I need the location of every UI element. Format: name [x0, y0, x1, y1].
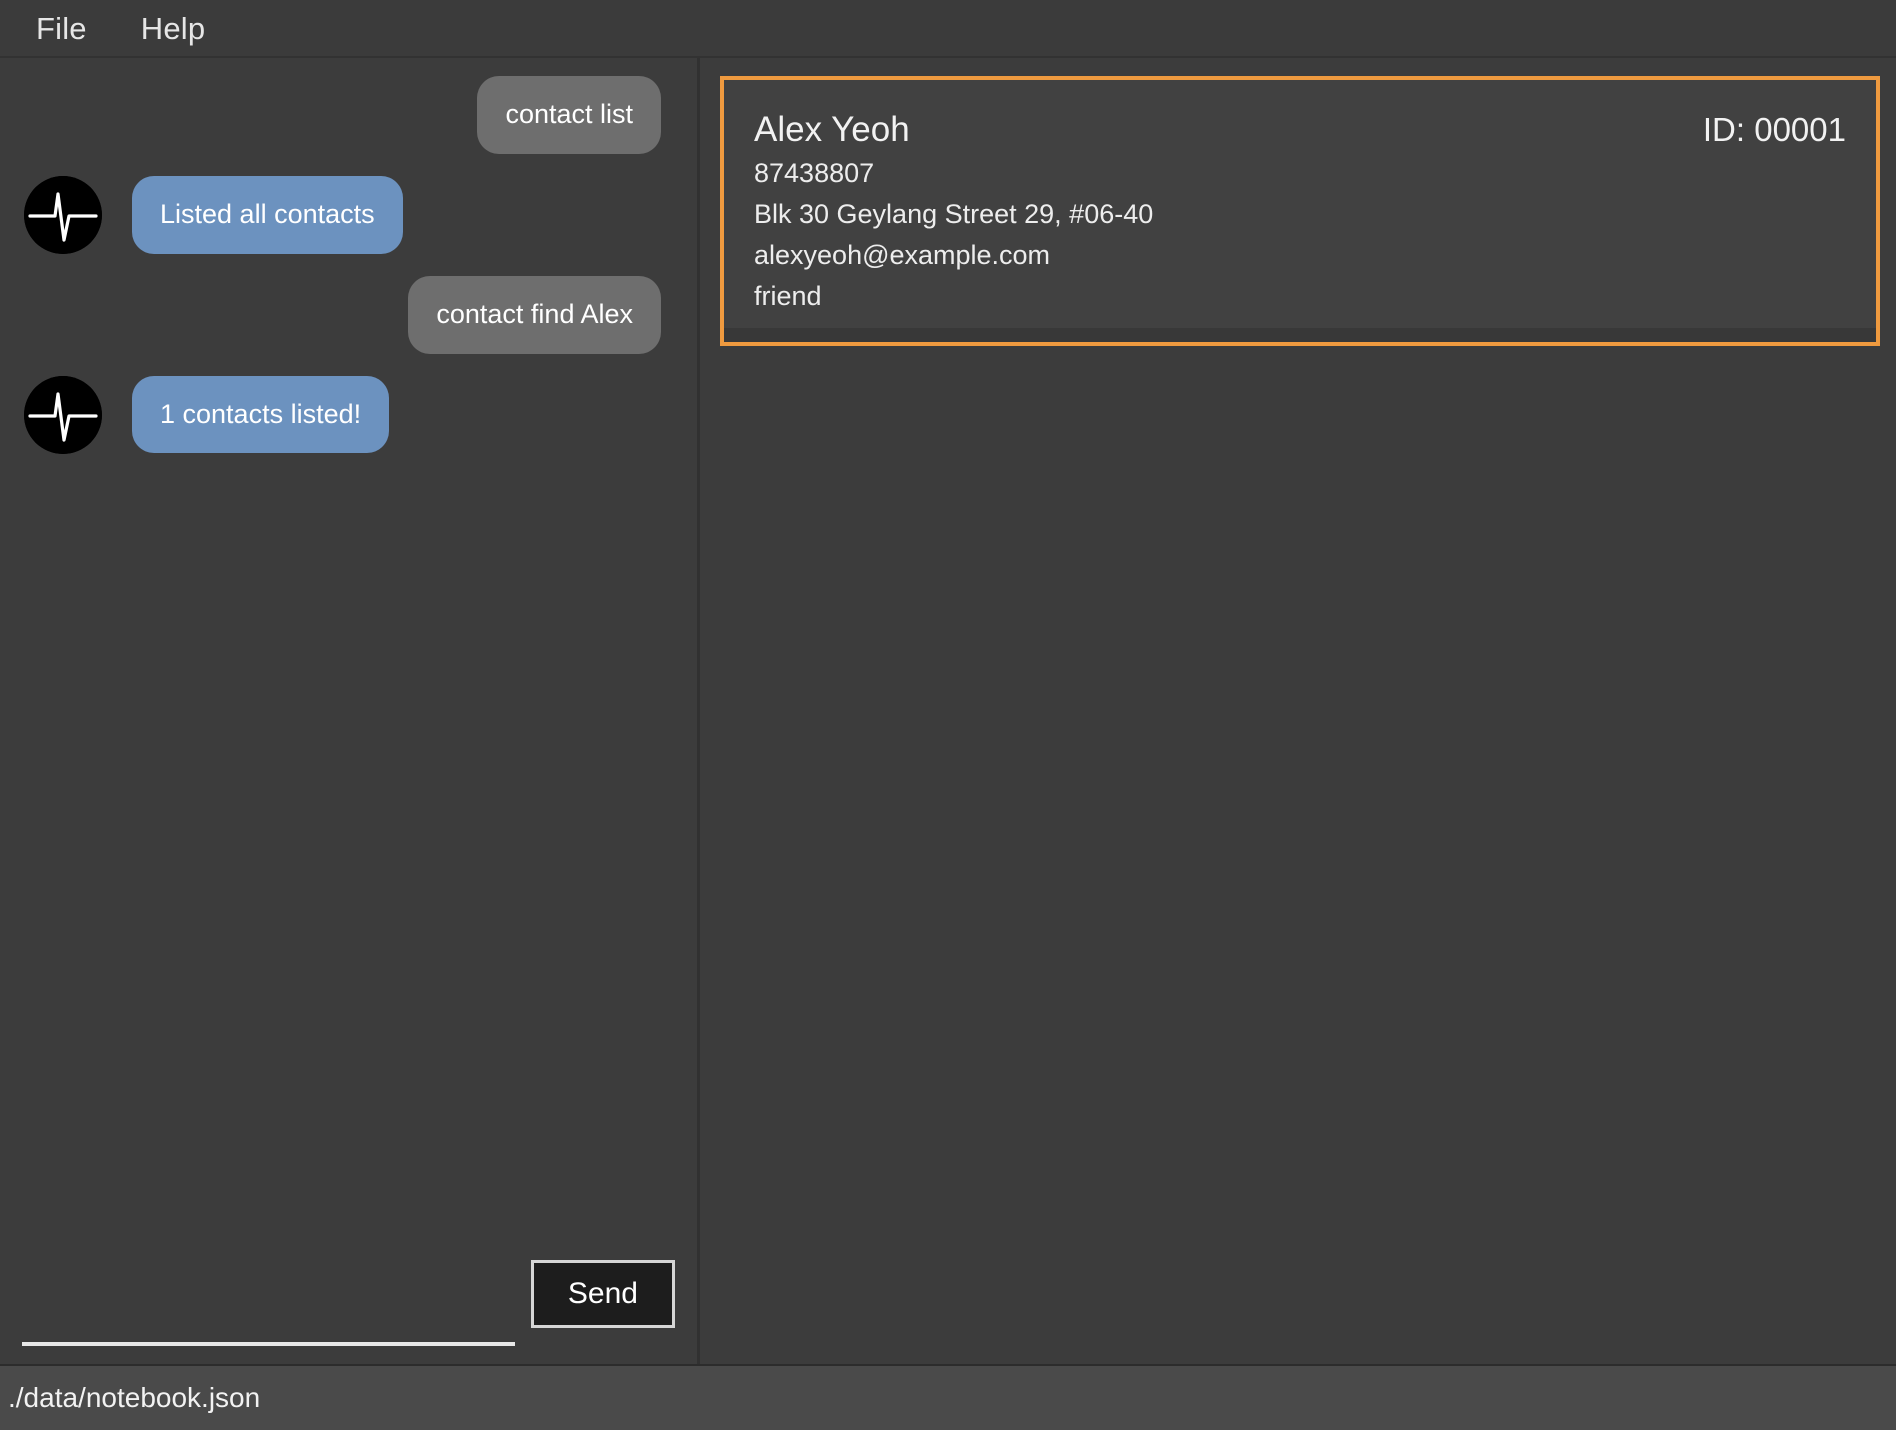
command-input[interactable]	[22, 1297, 515, 1346]
menu-file[interactable]: File	[30, 11, 93, 46]
heartbeat-pulse-icon	[24, 375, 102, 454]
contact-id: ID: 00001	[1702, 111, 1846, 148]
message-row-user: contact list	[24, 76, 673, 154]
message-row-user: contact find Alex	[24, 275, 673, 354]
contact-address: Blk 30 Geylang Street 29, #06-40	[754, 198, 1154, 229]
message-list[interactable]: contact list Listed all contacts contact…	[0, 58, 697, 1254]
menu-bar: File Help	[0, 0, 1896, 58]
chat-bubble-bot: Listed all contacts	[132, 175, 403, 254]
chat-bubble-bot: 1 contacts listed!	[132, 375, 390, 454]
contact-card-footer-strip	[724, 328, 1876, 343]
chat-pane: contact list Listed all contacts contact…	[0, 58, 700, 1364]
send-button[interactable]: Send	[530, 1260, 675, 1328]
results-pane[interactable]: Alex Yeoh ID: 00001 87438807 Blk 30 Geyl…	[700, 58, 1896, 1364]
chat-bubble-user: contact find Alex	[408, 275, 661, 354]
contact-email: alexyeoh@example.com	[754, 240, 1051, 271]
heartbeat-pulse-icon	[24, 175, 102, 254]
message-row-bot: 1 contacts listed!	[24, 375, 673, 454]
composer: Send	[0, 1254, 697, 1364]
contact-card-header: Alex Yeoh ID: 00001	[754, 108, 1846, 152]
contact-card[interactable]: Alex Yeoh ID: 00001 87438807 Blk 30 Geyl…	[720, 76, 1880, 347]
menu-help[interactable]: Help	[135, 11, 212, 46]
message-row-bot: Listed all contacts	[24, 175, 673, 254]
application-window: File Help contact list Listed all contac…	[0, 0, 1896, 1430]
chat-bubble-user: contact list	[477, 76, 661, 154]
contact-tag: friend	[754, 281, 822, 312]
command-input-wrapper	[22, 1297, 515, 1348]
status-bar-path: ./data/notebook.json	[8, 1382, 261, 1413]
contact-name: Alex Yeoh	[754, 110, 910, 149]
status-bar: ./data/notebook.json	[0, 1364, 1896, 1430]
main-split: contact list Listed all contacts contact…	[0, 58, 1896, 1364]
contact-phone: 87438807	[754, 157, 875, 188]
